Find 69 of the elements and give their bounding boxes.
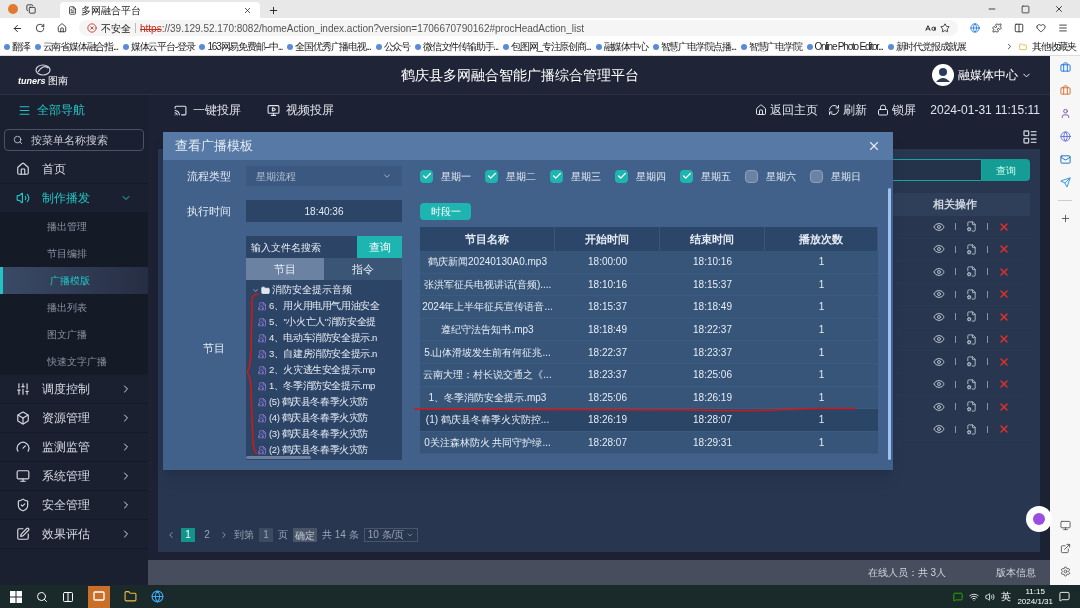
table-cell-text: 1 <box>817 413 826 428</box>
table-cell-text: 1 <box>817 255 826 270</box>
url-text: https://39.129.52.170:8082/homeAction_index.action?version=1706670790162#procHeadAction_list <box>140 21 584 36</box>
table-cell-text: 1 <box>817 277 826 292</box>
table-cell-text: 1 <box>817 345 826 360</box>
table-cell-text: 18:26:19 <box>692 390 733 405</box>
page-unit: 页 <box>278 528 288 542</box>
exec-time-label: 执行时间 <box>186 203 232 219</box>
file-label: (4) 鹤庆县冬春季火灾防 <box>269 410 369 425</box>
file-label: 6、用火用电用气用油安全 <box>269 298 380 313</box>
table-cell-text: 1、冬季消防安全提示.mp3 <box>427 390 548 405</box>
table-cell-text: 18:22:37 <box>587 345 628 360</box>
table-cell-text: 遵纪守法告知书.mp3 <box>440 323 535 338</box>
table-cell-text: 1 <box>817 323 826 338</box>
table-cell-text: 18:23:37 <box>587 368 628 383</box>
table-cell-text: 18:22:37 <box>692 323 733 338</box>
table-cell-text: 1 <box>817 300 826 315</box>
file-label: 2、火灾逃生安全提示.mp <box>269 362 375 377</box>
file-label: 3、自建房消防安全提示.n <box>269 346 377 361</box>
weekday-label: 星期六 <box>766 169 796 184</box>
table-cell-text: 18:00:00 <box>587 255 628 270</box>
security-label: 不安全 <box>101 21 131 36</box>
program-label: 节目 <box>202 340 226 356</box>
table-cell-text: 5.山体滑坡发生前有何征兆... <box>423 345 552 360</box>
logo-subtext: 图南 <box>47 76 68 86</box>
app-title: 鹤庆县多网融合智能广播综合管理平台 <box>399 65 640 85</box>
table-cell-text: 2024年上半年征兵宣传语音... <box>421 300 554 315</box>
file-label: 4、电动车消防安全提示.n <box>269 330 377 345</box>
table-cell-text: 鹤庆新闻20240130A0.mp3 <box>427 255 548 270</box>
table-cell-text: 0关注森林防火 共同守护绿... <box>423 436 552 451</box>
total-count: 共 14 条 <box>322 528 359 542</box>
file-label: (5) 鹤庆县冬春季火灾防 <box>269 394 369 409</box>
table-cell-text: 18:15:37 <box>587 300 628 315</box>
weekday-label: 星期四 <box>636 169 666 184</box>
online-users-text: 在线人员：共 3人 <box>867 566 946 580</box>
table-cell-text: 18:28:07 <box>587 436 628 451</box>
table-cell-text: 18:10:16 <box>692 255 733 270</box>
logo-text: tuners <box>18 77 46 86</box>
dialog-title: 查看广播模板 <box>175 137 253 156</box>
weekday-label: 星期一 <box>441 169 471 184</box>
flow-type-label: 流程类型 <box>186 168 232 184</box>
table-cell-text: (1) 鹤庆县冬春季火灾防控... <box>424 413 551 428</box>
goto-label: 到第 <box>234 528 254 542</box>
table-cell-text: 18:25:06 <box>692 368 733 383</box>
file-label: 5、"小火亡人"消防安全提 <box>269 314 376 329</box>
table-cell-text: 1 <box>817 390 826 405</box>
weekday-label: 星期五 <box>701 169 731 184</box>
table-cell-text: 18:29:31 <box>692 436 733 451</box>
table-cell-text: 张洪军征兵电视讲话(音频).... <box>422 277 553 292</box>
table-cell-text: 18:18:49 <box>587 323 628 338</box>
file-label: (3) 鹤庆县冬春季火灾防 <box>269 426 369 441</box>
table-cell-text: 18:28:07 <box>692 413 733 428</box>
table-cell-text: 云南大理：村长说交通之《... <box>422 368 553 383</box>
weekday-label: 星期三 <box>571 169 601 184</box>
table-cell-text: 1 <box>817 436 826 451</box>
table-cell-text: 18:26:19 <box>587 413 628 428</box>
datetime-text: 2024-01-31 11:15:11 <box>930 102 1040 119</box>
weekday-label: 星期日 <box>831 169 861 184</box>
file-label: 1、冬季消防安全提示.mp <box>269 378 375 393</box>
table-cell-text: 18:10:16 <box>587 277 628 292</box>
tab-title: 多网融合平台 <box>81 3 141 18</box>
weekday-label: 星期二 <box>506 169 536 184</box>
folder-label: 消防安全提示音频 <box>272 282 352 297</box>
table-cell-text: 18:18:49 <box>692 300 733 315</box>
table-cell-text: 18:15:37 <box>692 277 733 292</box>
file-label: (2) 鹤庆县冬春季火灾防 <box>269 442 369 457</box>
table-cell-text: 18:23:37 <box>692 345 733 360</box>
table-cell-text: 18:25:06 <box>587 390 628 405</box>
table-cell-text: 1 <box>817 368 826 383</box>
